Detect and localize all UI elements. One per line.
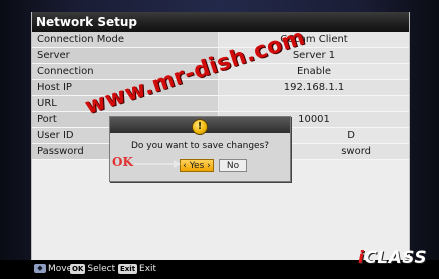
hint-move-label: Move <box>48 264 73 274</box>
setting-value: 192.168.1.1 <box>219 80 409 95</box>
arrows-icon: ◆ <box>34 264 46 273</box>
window-title: Network Setup <box>32 12 409 32</box>
dialog-question: Do you want to save changes? <box>130 141 270 151</box>
tv-screen: Network Setup Connection Mode CCcam Clie… <box>0 0 439 279</box>
setting-value <box>219 96 409 111</box>
exclamation-icon: ! <box>192 119 208 135</box>
hint-select: OK Select <box>70 260 115 279</box>
setting-label: Connection Mode <box>32 32 218 47</box>
setting-row-connection-mode[interactable]: Connection Mode CCcam Client <box>32 32 409 48</box>
ok-annotation: OK <box>112 155 133 169</box>
iclass-logo: iCLASS <box>358 248 428 268</box>
hint-exit: Exit Exit <box>118 260 156 279</box>
yes-button[interactable]: ‹ Yes › <box>180 159 214 172</box>
ok-key-icon: OK <box>70 263 86 274</box>
arrow-icon <box>134 160 181 168</box>
no-button[interactable]: No <box>219 159 247 172</box>
exit-key-icon: Exit <box>118 263 138 274</box>
save-changes-dialog: ! Do you want to save changes? ‹ Yes › N… <box>109 116 291 182</box>
hint-exit-label: Exit <box>139 264 157 274</box>
hint-move: ◆ Move <box>34 260 72 279</box>
hint-select-label: Select <box>87 264 116 274</box>
